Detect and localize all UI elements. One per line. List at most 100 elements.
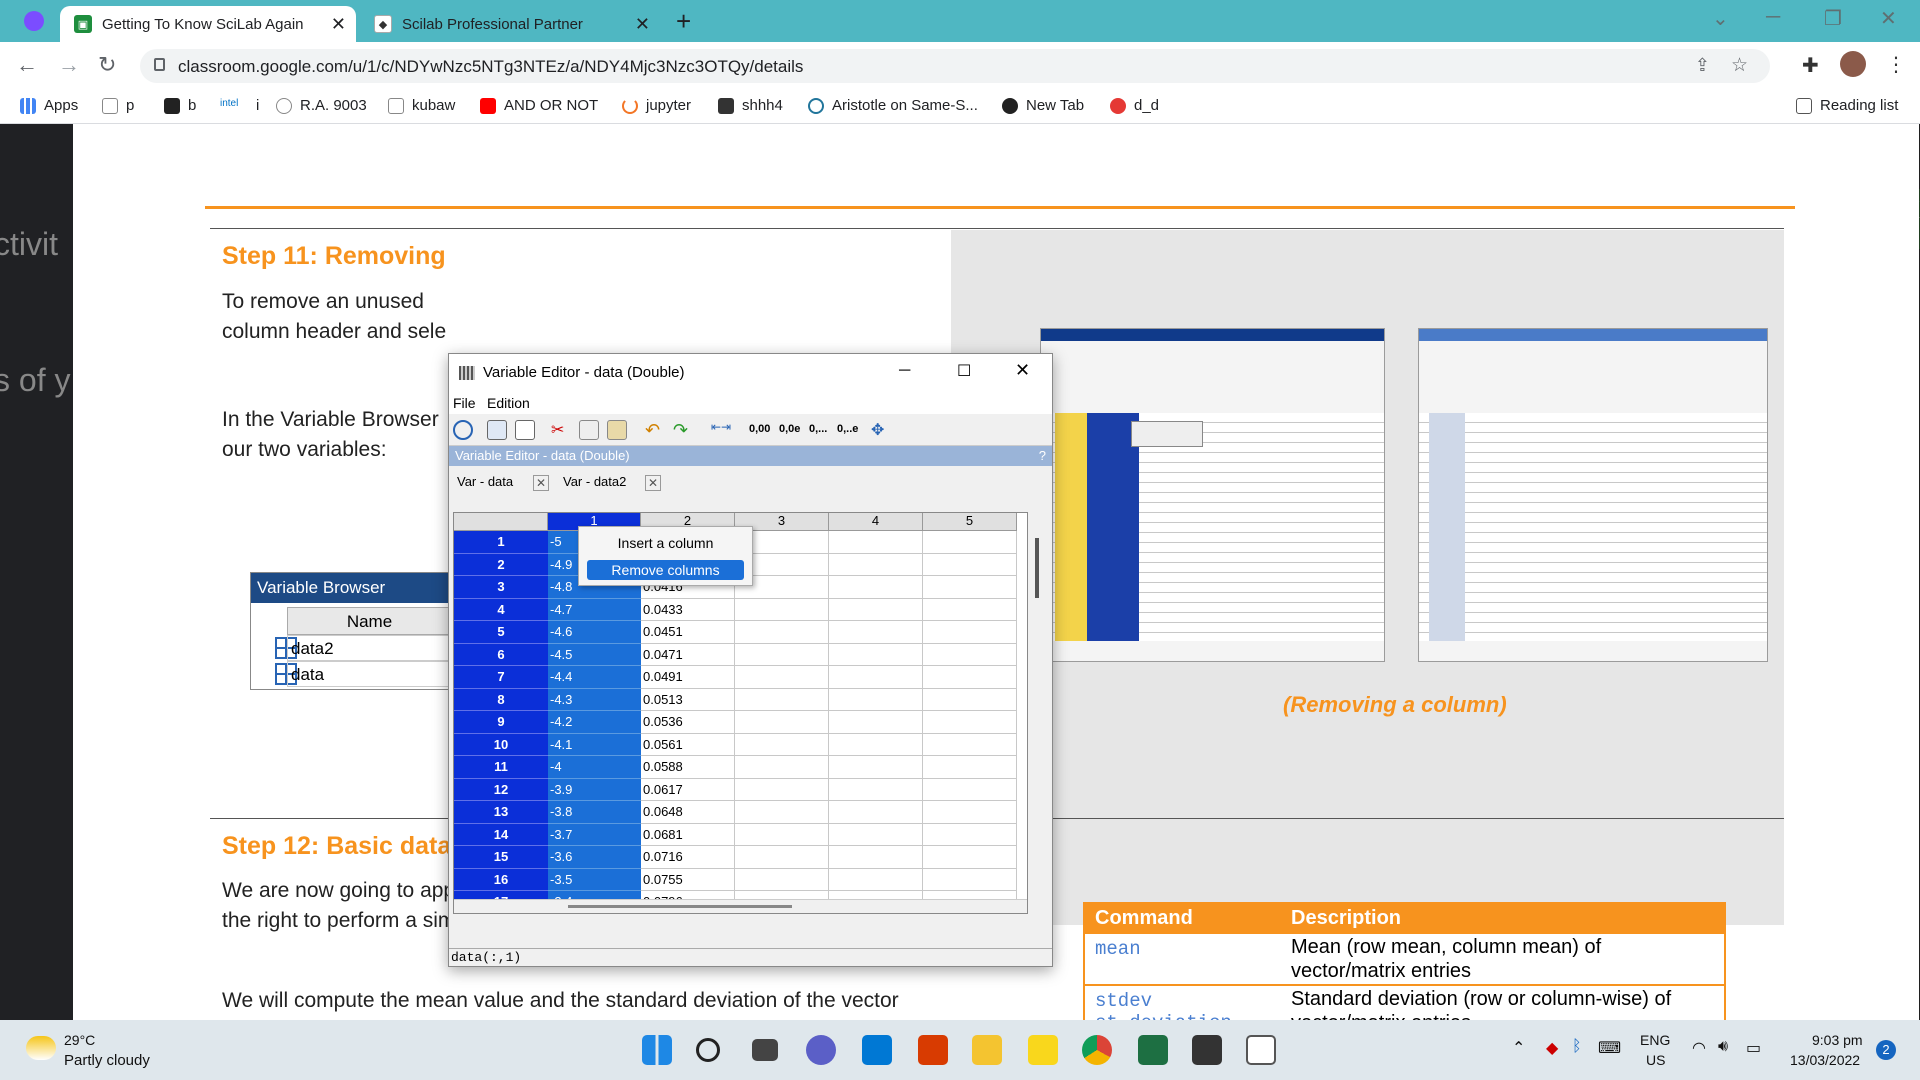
mail-icon[interactable] bbox=[862, 1035, 892, 1065]
tab-search-chevron-icon[interactable]: ⌄ bbox=[1712, 6, 1729, 31]
cell-col2[interactable]: 0.0648 bbox=[641, 801, 735, 824]
language-region[interactable]: US bbox=[1646, 1052, 1665, 1068]
empty-cell[interactable] bbox=[923, 823, 1017, 846]
empty-cell[interactable] bbox=[829, 801, 923, 824]
column-header[interactable]: 5 bbox=[923, 513, 1017, 531]
empty-cell[interactable] bbox=[735, 801, 829, 824]
empty-cell[interactable] bbox=[829, 846, 923, 869]
empty-cell[interactable] bbox=[735, 823, 829, 846]
empty-cell[interactable] bbox=[923, 801, 1017, 824]
minimize-button[interactable]: ─ bbox=[1766, 6, 1780, 29]
empty-cell[interactable] bbox=[829, 823, 923, 846]
url-text[interactable]: classroom.google.com/u/1/c/NDYwNzc5NTg3N… bbox=[178, 57, 803, 77]
clock-date[interactable]: 13/03/2022 bbox=[1790, 1052, 1860, 1068]
volume-icon[interactable]: 🔊︎ bbox=[1718, 1038, 1728, 1056]
paste-icon[interactable] bbox=[607, 420, 627, 440]
bookmark-p[interactable]: p bbox=[102, 97, 134, 114]
empty-cell[interactable] bbox=[735, 688, 829, 711]
bluetooth-icon[interactable]: ᛒ bbox=[1572, 1038, 1582, 1056]
empty-cell[interactable] bbox=[829, 666, 923, 689]
empty-cell[interactable] bbox=[923, 553, 1017, 576]
variable-editor-window[interactable]: Variable Editor - data (Double) ─ ☐ ✕ Fi… bbox=[448, 353, 1053, 967]
fit-columns-icon[interactable]: ⇤⇥ bbox=[711, 420, 731, 440]
cell-col2[interactable]: 0.0617 bbox=[641, 778, 735, 801]
close-tab-icon[interactable]: ✕ bbox=[635, 14, 650, 35]
format-long-button[interactable]: 0,... bbox=[809, 423, 827, 435]
bookmark-star-icon[interactable]: ☆ bbox=[1731, 54, 1748, 77]
format-long-e-button[interactable]: 0,..e bbox=[837, 423, 858, 435]
row-header[interactable]: 3 bbox=[454, 576, 548, 599]
tab-var-data[interactable]: Var - data bbox=[457, 474, 513, 489]
tab-scilab-partner[interactable]: ◆ Scilab Professional Partner ✕ bbox=[360, 6, 660, 42]
export-icon[interactable] bbox=[515, 420, 535, 440]
weather-icon[interactable] bbox=[26, 1036, 56, 1060]
cell-col2[interactable]: 0.0491 bbox=[641, 666, 735, 689]
tab-var-data2[interactable]: Var - data2 bbox=[563, 474, 626, 489]
keyboard-icon[interactable]: ⌨ bbox=[1598, 1038, 1621, 1058]
empty-cell[interactable] bbox=[923, 598, 1017, 621]
bookmark-and-or-not[interactable]: AND OR NOT bbox=[480, 97, 598, 114]
row-header[interactable]: 2 bbox=[454, 553, 548, 576]
plot-icon[interactable] bbox=[487, 420, 507, 440]
layout-icon[interactable]: ✥ bbox=[871, 420, 891, 440]
row-header[interactable]: 6 bbox=[454, 643, 548, 666]
clock-time[interactable]: 9:03 pm bbox=[1812, 1032, 1863, 1048]
excel-icon[interactable] bbox=[1138, 1035, 1168, 1065]
menu-edition[interactable]: Edition bbox=[487, 395, 530, 411]
cell-col1[interactable]: -4 bbox=[548, 756, 641, 779]
menu-remove-columns[interactable]: Remove columns bbox=[587, 560, 744, 580]
bookmark-b[interactable]: b bbox=[164, 97, 196, 114]
weather-desc[interactable]: Partly cloudy bbox=[64, 1052, 150, 1069]
row-header[interactable]: 8 bbox=[454, 688, 548, 711]
bookmark-ra-9003[interactable]: R.A. 9003 bbox=[276, 97, 367, 114]
empty-cell[interactable] bbox=[829, 576, 923, 599]
empty-cell[interactable] bbox=[923, 868, 1017, 891]
empty-cell[interactable] bbox=[735, 598, 829, 621]
row-header[interactable]: 10 bbox=[454, 733, 548, 756]
tab-getting-to-know-scilab[interactable]: ▣ Getting To Know SciLab Again ✕ bbox=[60, 6, 356, 42]
empty-cell[interactable] bbox=[829, 621, 923, 644]
empty-cell[interactable] bbox=[829, 733, 923, 756]
menu-file[interactable]: File bbox=[453, 395, 476, 411]
empty-cell[interactable] bbox=[829, 711, 923, 734]
cell-col1[interactable]: -3.7 bbox=[548, 823, 641, 846]
cell-col2[interactable]: 0.0588 bbox=[641, 756, 735, 779]
scrollbar-thumb[interactable] bbox=[568, 905, 792, 908]
sticky-notes-icon[interactable] bbox=[1028, 1035, 1058, 1065]
cell-col2[interactable]: 0.0536 bbox=[641, 711, 735, 734]
new-tab-button[interactable]: + bbox=[676, 6, 691, 37]
empty-cell[interactable] bbox=[923, 531, 1017, 554]
empty-cell[interactable] bbox=[735, 621, 829, 644]
cell-col2[interactable]: 0.0471 bbox=[641, 643, 735, 666]
extensions-icon[interactable]: ✚ bbox=[1802, 53, 1819, 78]
minimize-button[interactable]: ─ bbox=[899, 362, 910, 380]
row-header[interactable]: 12 bbox=[454, 778, 548, 801]
empty-cell[interactable] bbox=[923, 733, 1017, 756]
battery-icon[interactable]: ▭ bbox=[1746, 1038, 1761, 1058]
messenger-icon[interactable] bbox=[24, 11, 44, 31]
office-icon[interactable] bbox=[918, 1035, 948, 1065]
empty-cell[interactable] bbox=[923, 621, 1017, 644]
bookmark-shhh4[interactable]: shhh4 bbox=[718, 97, 783, 114]
profile-avatar[interactable] bbox=[1840, 51, 1866, 77]
empty-cell[interactable] bbox=[923, 643, 1017, 666]
weather-temp[interactable]: 29°C bbox=[64, 1032, 95, 1048]
menu-insert-column[interactable]: Insert a column bbox=[587, 533, 744, 553]
cell-col1[interactable]: -4.1 bbox=[548, 733, 641, 756]
format-short-button[interactable]: 0,00 bbox=[749, 423, 770, 435]
search-icon[interactable] bbox=[696, 1038, 720, 1062]
cell-col2[interactable]: 0.0561 bbox=[641, 733, 735, 756]
cell-col2[interactable]: 0.0755 bbox=[641, 868, 735, 891]
empty-cell[interactable] bbox=[735, 711, 829, 734]
bookmark-apps[interactable]: Apps bbox=[20, 97, 78, 114]
row-header[interactable]: 1 bbox=[454, 531, 548, 554]
cell-col2[interactable]: 0.0716 bbox=[641, 846, 735, 869]
row-header[interactable]: 16 bbox=[454, 868, 548, 891]
task-view-icon[interactable] bbox=[752, 1039, 778, 1061]
empty-cell[interactable] bbox=[923, 756, 1017, 779]
empty-cell[interactable] bbox=[735, 643, 829, 666]
bookmark-new-tab[interactable]: New Tab bbox=[1002, 97, 1084, 114]
restore-button[interactable]: ❐ bbox=[1824, 6, 1842, 31]
empty-cell[interactable] bbox=[829, 553, 923, 576]
undo-icon[interactable]: ↶ bbox=[645, 420, 665, 440]
